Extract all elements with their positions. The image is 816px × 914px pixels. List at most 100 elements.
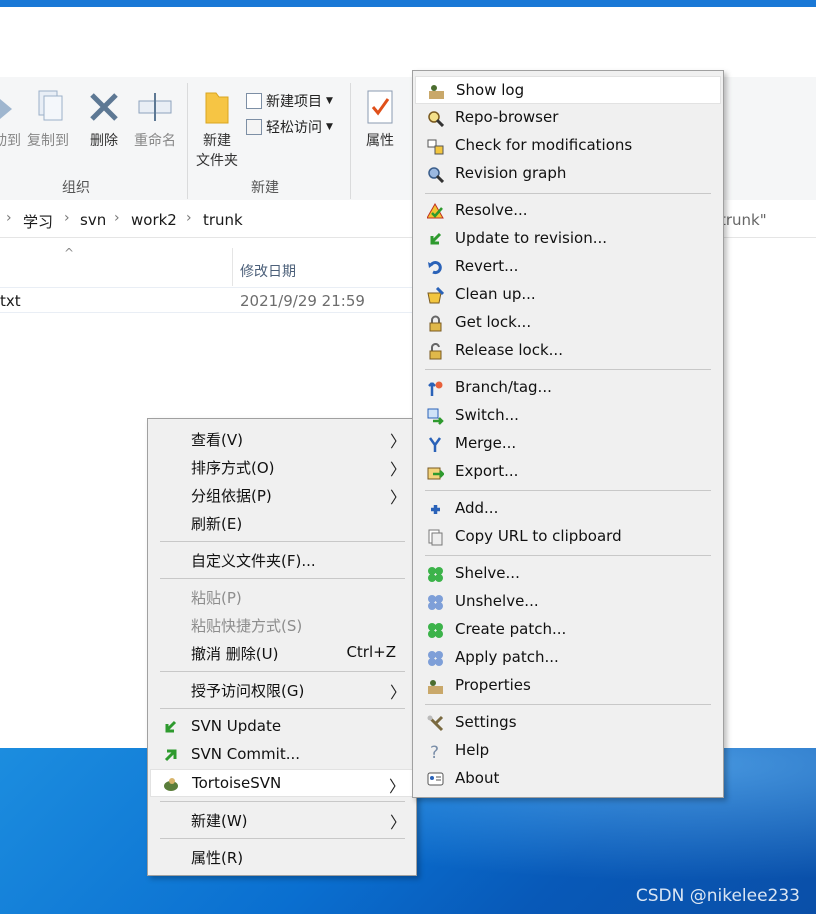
move-to-button[interactable]: 动到 [0, 87, 22, 151]
rename-button[interactable]: 重命名 [128, 87, 182, 151]
properties-icon [428, 680, 443, 694]
easy-access-dropdown[interactable]: 轻松访问 ▼ [246, 117, 333, 137]
explorer-context-menu: 查看(V) 〉 排序方式(O) 〉 分组依据(P) 〉 刷新(E) 自定义文件夹(F)… [147, 418, 417, 876]
menu-item-update-revision[interactable]: Update to revision... [415, 225, 721, 253]
menu-separator [160, 838, 405, 839]
ribbon-separator [350, 83, 351, 199]
menu-item-svn-update[interactable]: SVN Update [150, 713, 414, 741]
menu-item-export[interactable]: Export... [415, 458, 721, 486]
tortoisesvn-icon [164, 778, 178, 791]
menu-item-copy-url[interactable]: Copy URL to clipboard [415, 523, 721, 551]
new-item-label: 新建项目 [266, 94, 322, 110]
menu-separator [425, 704, 711, 705]
menu-item-refresh[interactable]: 刷新(E) [150, 509, 414, 537]
menu-item-check-modifications[interactable]: Check for modifications [415, 132, 721, 160]
breadcrumb-item[interactable]: 学习 [23, 211, 53, 232]
new-item-dropdown[interactable]: 新建项目 ▼ [246, 91, 333, 111]
breadcrumb-chevron-icon: › [6, 210, 12, 226]
menu-item-branch-tag[interactable]: Branch/tag... [415, 374, 721, 402]
menu-item-resolve[interactable]: Resolve... [415, 197, 721, 225]
chevron-right-icon: 〉 [389, 460, 406, 479]
menu-item-repo-browser[interactable]: Repo-browser [415, 104, 721, 132]
new-folder-button[interactable]: 新建 文件夹 [192, 87, 242, 171]
menu-separator [425, 193, 711, 194]
menu-separator [160, 708, 405, 709]
menu-item-shelve[interactable]: Shelve... [415, 560, 721, 588]
unshelve-icon [428, 595, 443, 610]
breadcrumb-item[interactable]: svn [80, 211, 106, 229]
breadcrumb-chevron-icon: › [114, 210, 120, 226]
sort-caret-icon: ^ [64, 246, 75, 260]
breadcrumb-item[interactable]: work2 [131, 211, 177, 229]
menu-item-settings[interactable]: Settings [415, 709, 721, 737]
menu-item-properties[interactable]: 属性(R) [150, 843, 414, 871]
chevron-right-icon: 〉 [389, 488, 406, 507]
about-icon [427, 772, 444, 786]
breadcrumb-item[interactable]: trunk [203, 211, 243, 229]
chevron-down-icon: ▼ [326, 96, 333, 106]
ribbon-group-organize: 组织 [62, 180, 90, 196]
revert-icon [428, 261, 442, 275]
menu-separator [160, 801, 405, 802]
menu-item-tortoisesvn[interactable]: TortoiseSVN 〉 [150, 769, 414, 797]
menu-item-sort[interactable]: 排序方式(O) 〉 [150, 453, 414, 481]
ribbon-separator [187, 83, 188, 199]
menu-item-add[interactable]: Add... [415, 495, 721, 523]
file-row[interactable]: txt 2021/9/29 21:59 [0, 287, 420, 313]
switch-icon [427, 408, 444, 425]
shelve-icon [428, 567, 443, 582]
menu-item-paste[interactable]: 粘贴(P) [150, 583, 414, 611]
menu-item-svn-commit[interactable]: SVN Commit... [150, 741, 414, 769]
menu-item-new[interactable]: 新建(W) 〉 [150, 806, 414, 834]
menu-item-view[interactable]: 查看(V) 〉 [150, 425, 414, 453]
chevron-right-icon: 〉 [389, 813, 406, 832]
menu-item-release-lock[interactable]: Release lock... [415, 337, 721, 365]
properties-check-icon [367, 90, 393, 124]
menu-item-revert[interactable]: Revert... [415, 253, 721, 281]
menu-item-customize-folder[interactable]: 自定义文件夹(F)... [150, 546, 414, 574]
menu-item-create-patch[interactable]: Create patch... [415, 616, 721, 644]
menu-item-apply-patch[interactable]: Apply patch... [415, 644, 721, 672]
merge-icon [428, 437, 442, 452]
menu-item-get-lock[interactable]: Get lock... [415, 309, 721, 337]
menu-item-help[interactable]: ? Help [415, 737, 721, 765]
menu-item-switch[interactable]: Switch... [415, 402, 721, 430]
chevron-down-icon: ▼ [326, 122, 333, 132]
menu-item-grant-access[interactable]: 授予访问权限(G) 〉 [150, 676, 414, 704]
column-divider[interactable] [232, 248, 233, 286]
column-header-date[interactable]: 修改日期 [240, 261, 296, 281]
menu-item-undo-delete[interactable]: 撤消 删除(U) Ctrl+Z [150, 639, 414, 667]
menu-separator [160, 671, 405, 672]
folder-icon [205, 92, 229, 124]
shortcut-label: Ctrl+Z [346, 643, 396, 661]
apply-patch-icon [428, 651, 443, 666]
watermark: CSDN @nikelee233 [635, 886, 800, 906]
create-patch-icon [428, 623, 443, 638]
ribbon-group-new: 新建 [251, 180, 279, 196]
properties-button[interactable]: 属性 [360, 87, 400, 151]
menu-separator [160, 578, 405, 579]
menu-item-properties[interactable]: Properties [415, 672, 721, 700]
menu-item-group[interactable]: 分组依据(P) 〉 [150, 481, 414, 509]
svn-update-icon [165, 720, 177, 733]
menu-item-paste-shortcut[interactable]: 粘贴快捷方式(S) [150, 611, 414, 639]
menu-item-merge[interactable]: Merge... [415, 430, 721, 458]
search-box[interactable]: trunk" [720, 211, 767, 229]
menu-item-show-log[interactable]: Show log [415, 76, 721, 104]
delete-button[interactable]: 删除 [82, 87, 126, 151]
chevron-right-icon: 〉 [388, 777, 405, 796]
menu-separator [425, 369, 711, 370]
menu-item-about[interactable]: About [415, 765, 721, 793]
menu-item-cleanup[interactable]: Clean up... [415, 281, 721, 309]
menu-item-revision-graph[interactable]: Revision graph [415, 160, 721, 188]
file-modified-date: 2021/9/29 21:59 [240, 292, 365, 310]
tortoisesvn-submenu: Show log Repo-browser Check for modifica… [412, 70, 724, 798]
menu-item-unshelve[interactable]: Unshelve... [415, 588, 721, 616]
delete-icon [90, 93, 118, 121]
branch-icon [428, 381, 443, 396]
easy-access-icon [246, 119, 262, 135]
update-revision-icon [430, 232, 442, 245]
copy-to-button[interactable]: 复制到 [22, 87, 74, 151]
help-icon: ? [430, 743, 439, 760]
menu-separator [160, 541, 405, 542]
